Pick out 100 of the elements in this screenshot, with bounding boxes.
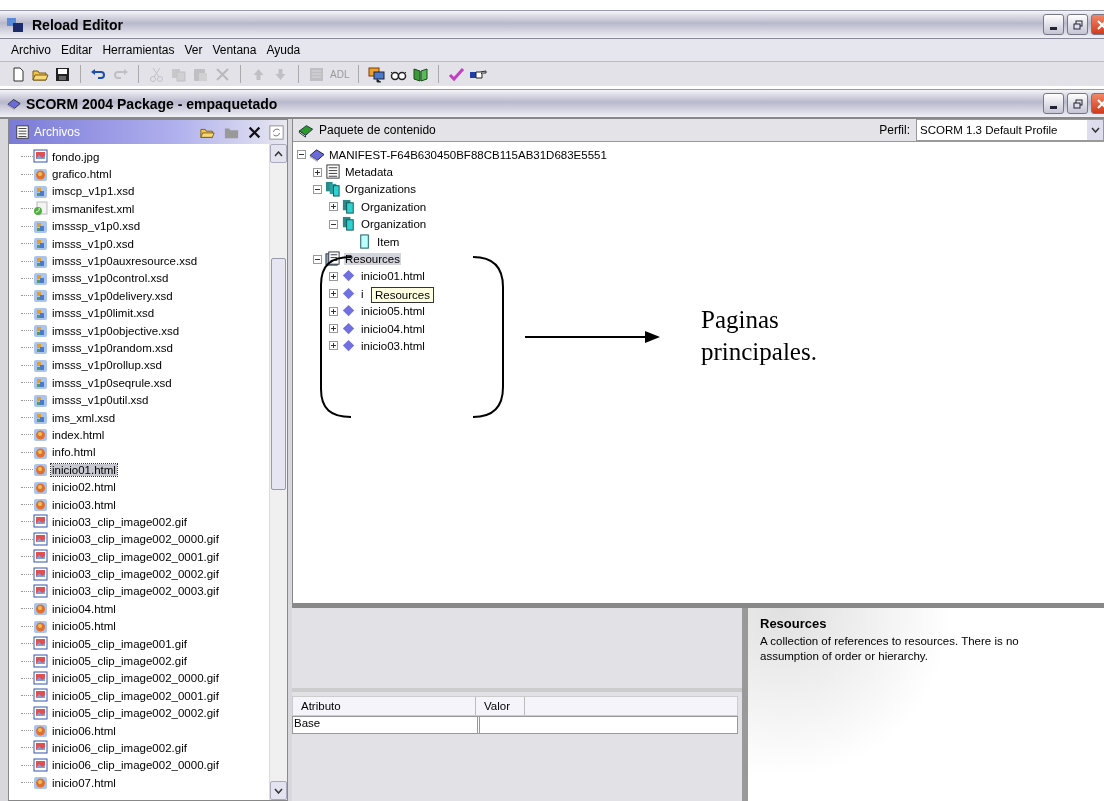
file-item[interactable]: imsssp_v1p0.xsd bbox=[51, 220, 142, 233]
file-item[interactable]: imsss_v1p0random.xsd bbox=[51, 342, 174, 354]
caret-up-icon bbox=[274, 150, 283, 157]
file-item[interactable]: imsss_v1p0auxresource.xsd bbox=[51, 255, 199, 268]
file-item[interactable]: inicio07.html bbox=[51, 776, 117, 789]
expand-icon[interactable] bbox=[329, 306, 338, 316]
file-item[interactable]: imsss_v1p0.xsd bbox=[51, 237, 135, 250]
file-item[interactable]: inicio03_clip_image002_0002.gif bbox=[51, 568, 220, 581]
restore-icon bbox=[1072, 19, 1083, 30]
html-file-icon bbox=[33, 497, 48, 512]
expand-icon[interactable] bbox=[329, 324, 338, 334]
profile-dropdown[interactable]: SCORM 1.3 Default Profile bbox=[916, 119, 1104, 141]
file-item[interactable]: inicio06_clip_image002_0000.gif bbox=[51, 759, 220, 772]
tree-node[interactable]: inicio01.html bbox=[360, 270, 426, 283]
file-item[interactable]: imsss_v1p0seqrule.xsd bbox=[51, 376, 173, 389]
collapse-icon[interactable] bbox=[313, 184, 322, 194]
image-file-icon bbox=[33, 653, 48, 669]
file-item[interactable]: inicio05_clip_image002_0001.gif bbox=[51, 689, 220, 702]
minimize-button[interactable] bbox=[1043, 93, 1064, 114]
tree-node[interactable]: i bbox=[360, 287, 365, 300]
xsd-file-icon bbox=[33, 218, 48, 234]
tree-node[interactable]: inicio03.html bbox=[360, 340, 426, 352]
file-item[interactable]: inicio05.html bbox=[51, 620, 117, 633]
menu-item[interactable]: Ayuda bbox=[261, 43, 306, 57]
collapse-icon[interactable] bbox=[329, 219, 338, 229]
file-item[interactable]: inicio06_clip_image002.gif bbox=[51, 741, 188, 754]
file-item[interactable]: imsss_v1p0delivery.xsd bbox=[51, 289, 174, 302]
file-item[interactable]: inicio01.html bbox=[51, 463, 117, 476]
file-item[interactable]: ims_xml.xsd bbox=[51, 411, 117, 424]
tree-node[interactable]: Organization bbox=[360, 218, 428, 231]
file-item[interactable]: imscp_v1p1.xsd bbox=[51, 185, 136, 198]
file-item[interactable]: grafico.html bbox=[51, 168, 113, 181]
file-item[interactable]: inicio03_clip_image002_0003.gif bbox=[51, 585, 220, 598]
file-item[interactable]: index.html bbox=[51, 428, 106, 441]
content-title: Paquete de contenido bbox=[319, 123, 437, 137]
restore-button[interactable] bbox=[1067, 93, 1088, 114]
file-item[interactable]: inicio05_clip_image002.gif bbox=[51, 655, 188, 667]
minimize-button[interactable] bbox=[1043, 14, 1064, 35]
file-item[interactable]: inicio05_clip_image002_0002.gif bbox=[51, 707, 220, 720]
html-file-icon bbox=[33, 166, 48, 182]
files-title: Archivos bbox=[34, 125, 81, 139]
expand-icon[interactable] bbox=[313, 167, 322, 177]
scroll-thumb[interactable] bbox=[271, 258, 286, 490]
preview-icon[interactable] bbox=[368, 65, 386, 83]
expand-icon[interactable] bbox=[329, 341, 338, 351]
file-item[interactable]: fondo.jpg bbox=[51, 150, 101, 163]
xsd-file-icon bbox=[33, 375, 48, 391]
column-header[interactable]: Valor bbox=[476, 697, 525, 715]
new-icon[interactable] bbox=[10, 65, 27, 83]
delete-icon[interactable] bbox=[247, 124, 262, 140]
xml-file-icon bbox=[33, 201, 48, 217]
tree-node[interactable]: inicio04.html bbox=[360, 322, 426, 335]
tree-node[interactable]: Item bbox=[376, 235, 401, 248]
tree-node[interactable]: Resources bbox=[344, 253, 401, 266]
menu-item[interactable]: Ventana bbox=[207, 43, 262, 57]
file-item[interactable]: inicio06.html bbox=[51, 724, 117, 737]
check-icon[interactable] bbox=[448, 65, 466, 83]
file-item[interactable]: imsmanifest.xml bbox=[51, 202, 136, 215]
book-icon[interactable] bbox=[412, 65, 430, 83]
menu-item[interactable]: Editar bbox=[56, 43, 98, 57]
column-header[interactable]: Atributo bbox=[293, 697, 476, 715]
expand-icon[interactable] bbox=[329, 289, 338, 299]
file-item[interactable]: inicio05_clip_image001.gif bbox=[51, 637, 188, 650]
file-item[interactable]: imsss_v1p0limit.xsd bbox=[51, 307, 156, 320]
scroll-down-button[interactable] bbox=[270, 781, 287, 800]
file-item[interactable]: imsss_v1p0util.xsd bbox=[51, 394, 150, 407]
restore-button[interactable] bbox=[1067, 14, 1088, 35]
file-item[interactable]: inicio04.html bbox=[51, 602, 117, 615]
file-item[interactable]: inicio03.html bbox=[51, 498, 117, 511]
file-item[interactable]: info.html bbox=[51, 446, 97, 459]
scroll-up-button[interactable] bbox=[270, 144, 287, 163]
file-item[interactable]: inicio05_clip_image002_0000.gif bbox=[51, 672, 220, 685]
refresh-icon[interactable] bbox=[269, 124, 284, 140]
tree-node[interactable]: Organization bbox=[360, 200, 428, 213]
menu-item[interactable]: Herramientas bbox=[97, 43, 180, 57]
collapse-icon[interactable] bbox=[297, 150, 306, 160]
xsd-file-icon bbox=[33, 270, 48, 286]
scrollbar[interactable] bbox=[269, 144, 287, 800]
menu-item[interactable]: Ver bbox=[179, 43, 208, 57]
expand-icon[interactable] bbox=[329, 271, 338, 281]
tree-node[interactable]: MANIFEST-F64B630450BF88CB115AB31D683E5551 bbox=[328, 148, 608, 161]
file-item[interactable]: inicio03_clip_image002_0000.gif bbox=[51, 533, 220, 546]
file-item[interactable]: imsss_v1p0control.xsd bbox=[51, 272, 170, 285]
file-item[interactable]: inicio02.html bbox=[51, 481, 117, 494]
file-item[interactable]: imsss_v1p0rollup.xsd bbox=[51, 359, 163, 372]
html-file-icon bbox=[33, 601, 48, 617]
xsd-file-icon bbox=[33, 183, 48, 199]
file-item[interactable]: imsss_v1p0objective.xsd bbox=[51, 324, 181, 337]
table-cell: Base bbox=[293, 717, 478, 733]
app-icon bbox=[6, 16, 24, 33]
tree-node[interactable]: inicio05.html bbox=[360, 305, 426, 318]
tree-node[interactable]: Metadata bbox=[344, 166, 394, 179]
menu-item[interactable]: Archivo bbox=[6, 43, 56, 57]
save-icon[interactable] bbox=[54, 65, 71, 83]
minimize-icon bbox=[1050, 106, 1057, 109]
tree-node[interactable]: Organizations bbox=[344, 183, 417, 196]
file-item[interactable]: inicio03_clip_image002_0001.gif bbox=[51, 550, 220, 563]
expand-icon[interactable] bbox=[329, 202, 338, 212]
collapse-icon[interactable] bbox=[313, 254, 322, 264]
file-item[interactable]: inicio03_clip_image002.gif bbox=[51, 515, 188, 528]
